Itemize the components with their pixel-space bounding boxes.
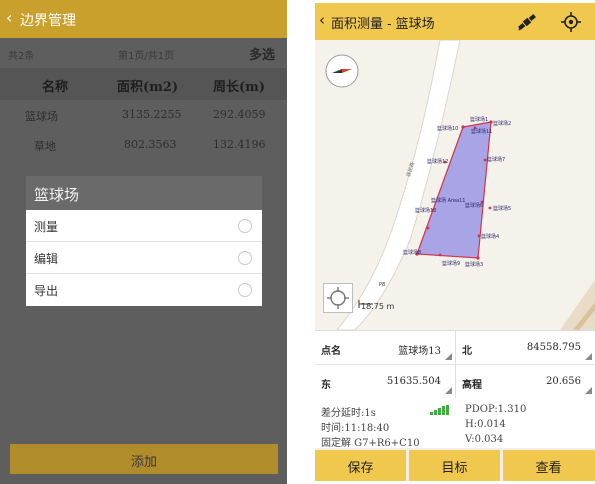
- map-scale: 18.75 m: [361, 302, 395, 311]
- signal-strength-icon: [430, 405, 449, 415]
- point-label: 篮球场13: [415, 208, 437, 214]
- cell-perimeter: 292.4059: [213, 108, 266, 121]
- list-status-bar: 共2条 第1页/共1页 多选: [0, 38, 287, 68]
- action-dialog: 篮球场 测量 编辑 导出: [26, 176, 262, 306]
- cell-name: 篮球场: [25, 110, 58, 123]
- save-button-label: 保存: [347, 461, 374, 476]
- page-title: 边界管理: [20, 13, 76, 29]
- area-measurement-screen: ‹ 面积测量 - 篮球场 居民路 篮球场 Area11 篮球场1 篮球场2 篮球…: [315, 3, 595, 481]
- back-chevron-icon[interactable]: ‹: [6, 8, 12, 27]
- crosshair-icon: [327, 287, 349, 309]
- add-button[interactable]: 添加: [10, 444, 278, 474]
- multi-select-button[interactable]: 多选: [249, 44, 275, 63]
- column-header-name: 名称: [42, 80, 69, 95]
- option-label: 导出: [34, 284, 59, 298]
- point-label: 篮球场1: [470, 117, 489, 123]
- point-info-form: 点名 篮球场13 北 84558.795 东 51635.504 高程 20.6…: [315, 330, 595, 399]
- page-title: 面积测量 - 篮球场: [331, 17, 435, 32]
- field-value: 20.656: [546, 376, 581, 387]
- field-label: 点名: [321, 346, 341, 357]
- target-button[interactable]: 目标: [409, 450, 500, 481]
- column-header-perimeter: 周长(m): [213, 80, 266, 95]
- field-value: 篮球场13: [398, 346, 441, 357]
- title-bar: ‹ 边界管理: [0, 0, 287, 38]
- radio-button[interactable]: [238, 283, 252, 297]
- area-label: 篮球场 Area11: [431, 198, 466, 204]
- time-value: 时间:11:18:40: [321, 423, 390, 434]
- point-label: 篮球场8: [403, 250, 422, 256]
- point-label: 篮球场3: [465, 262, 484, 268]
- fix-status: 固定解 G7+R6+C10: [321, 438, 420, 449]
- satellite-icon[interactable]: [516, 11, 538, 33]
- elevation-field[interactable]: 高程 20.656: [456, 365, 595, 399]
- point-label: 篮球场11: [471, 129, 493, 135]
- radio-button[interactable]: [238, 219, 252, 233]
- dialog-option-measure[interactable]: 测量: [26, 210, 262, 242]
- dialog-option-edit[interactable]: 编辑: [26, 242, 262, 274]
- field-label: 北: [462, 346, 472, 357]
- field-label: 东: [321, 380, 331, 391]
- column-header-area: 面积(m2): [117, 80, 179, 95]
- radio-button[interactable]: [238, 251, 252, 265]
- target-button-label: 目标: [441, 461, 468, 476]
- compass-icon[interactable]: [325, 54, 359, 88]
- point-label: 篮球场7: [487, 157, 506, 163]
- option-label: 编辑: [34, 252, 59, 266]
- point-label: 篮球场12: [427, 159, 449, 165]
- cell-name: 草地: [34, 140, 56, 153]
- point-tag: P8: [379, 282, 386, 288]
- table-header: 名称 面积(m2) 周长(m): [0, 68, 287, 100]
- save-button[interactable]: 保存: [315, 450, 406, 481]
- title-bar: ‹ 面积测量 - 篮球场: [315, 3, 595, 40]
- dropdown-corner-icon: [445, 353, 452, 360]
- point-label: 篮球场10: [437, 126, 459, 132]
- boundary-management-screen: ‹ 边界管理 共2条 第1页/共1页 多选 名称 面积(m2) 周长(m) 篮球…: [0, 0, 287, 484]
- field-value: 51635.504: [386, 376, 441, 387]
- h-precision: H:0.014: [465, 419, 506, 430]
- point-label: 篮球场9: [442, 261, 461, 267]
- table-row[interactable]: 草地 802.3563 132.4196: [0, 130, 287, 160]
- field-label: 高程: [462, 380, 482, 391]
- map-view[interactable]: 居民路 篮球场 Area11 篮球场1 篮球场2 篮球场10 篮球场11 篮球场…: [315, 40, 595, 330]
- dialog-header: 篮球场: [26, 176, 262, 210]
- cell-area: 802.3563: [124, 138, 177, 151]
- cell-perimeter: 132.4196: [213, 138, 266, 151]
- dialog-title: 篮球场: [34, 186, 80, 204]
- add-button-label: 添加: [130, 455, 157, 470]
- dropdown-corner-icon: [445, 387, 452, 394]
- point-label: 篮球场2: [493, 121, 512, 127]
- page-indicator: 第1页/共1页: [118, 51, 175, 62]
- form-divider: [455, 331, 456, 399]
- cell-area: 3135.2255: [122, 108, 182, 121]
- pdop-value: PDOP:1.310: [465, 404, 527, 415]
- point-label: 篮球场5: [493, 206, 512, 212]
- back-chevron-icon[interactable]: ‹: [319, 11, 325, 29]
- option-label: 测量: [34, 220, 59, 234]
- dropdown-corner-icon: [585, 387, 592, 394]
- my-location-button[interactable]: [323, 283, 353, 313]
- record-count: 共2条: [8, 51, 35, 62]
- north-field[interactable]: 北 84558.795: [456, 331, 595, 365]
- point-label: 篮球场6: [465, 203, 484, 209]
- dropdown-corner-icon: [585, 353, 592, 360]
- point-name-field[interactable]: 点名 篮球场13: [315, 331, 455, 365]
- view-button[interactable]: 查看: [503, 450, 595, 481]
- table-row[interactable]: 篮球场 3135.2255 292.4059: [0, 100, 287, 130]
- view-button-label: 查看: [535, 461, 562, 476]
- v-precision: V:0.034: [465, 434, 504, 445]
- east-field[interactable]: 东 51635.504: [315, 365, 455, 399]
- gnss-status-panel: 差分延时:1s PDOP:1.310 时间:11:18:40 H:0.014 固…: [315, 398, 595, 449]
- point-label: 篮球场4: [481, 234, 500, 240]
- locate-crosshair-icon[interactable]: [559, 10, 583, 34]
- field-value: 84558.795: [526, 342, 581, 353]
- diff-delay: 差分延时:1s: [321, 408, 376, 419]
- dialog-option-export[interactable]: 导出: [26, 274, 262, 306]
